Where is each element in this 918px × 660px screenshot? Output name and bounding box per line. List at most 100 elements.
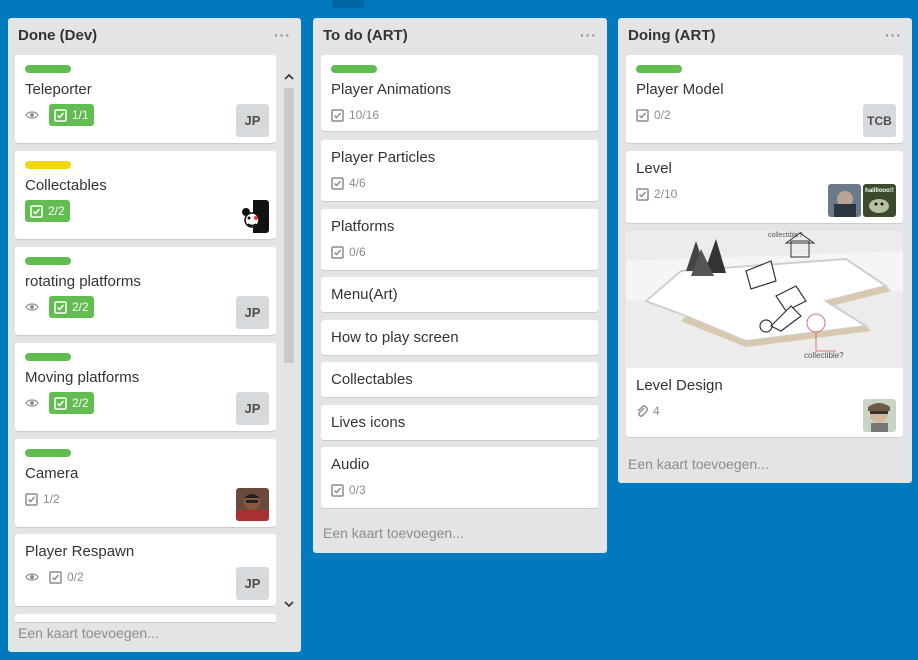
card-camera[interactable]: Camera 1/2 — [15, 439, 276, 527]
add-card-link[interactable]: Een kaart toevoegen... — [628, 456, 769, 472]
card-title: Player Particles — [331, 149, 436, 166]
card-platforms[interactable]: Platforms 0/6 — [321, 209, 598, 270]
checklist-badge: 0/2 — [636, 104, 671, 126]
card-rotating-platforms[interactable]: rotating platforms 2/2 JP — [15, 247, 276, 335]
card-title: Menu(Art) — [331, 286, 398, 303]
list-title[interactable]: To do (ART) — [323, 27, 408, 44]
card-badges: 0/2 — [25, 566, 266, 588]
paperclip-icon — [637, 404, 648, 417]
add-card-link[interactable]: Een kaart toevoegen... — [18, 625, 159, 641]
attachment-count: 4 — [653, 404, 660, 418]
list-header: Done (Dev) ··· — [8, 18, 301, 52]
checkbox-icon — [30, 204, 43, 218]
eye-icon — [25, 392, 39, 414]
checklist-badge: 2/2 — [49, 392, 94, 414]
checklist-count: 0/2 — [654, 108, 671, 122]
cover-annotation: collectible? — [804, 351, 844, 360]
card-title: Player Model — [636, 81, 724, 98]
card-partial[interactable] — [15, 614, 276, 622]
list-doing-art: Doing (ART) ··· Player Model 0/2 TCB Lev… — [618, 18, 912, 483]
card-title: Level Design — [636, 377, 723, 394]
checklist-badge: 0/2 — [49, 566, 84, 588]
checklist-badge: 2/10 — [636, 183, 677, 205]
card-badges: 2/2 — [25, 296, 266, 318]
list-scrollbar[interactable] — [282, 73, 296, 633]
card-menu-art[interactable]: Menu(Art) — [321, 277, 598, 312]
card-level-design[interactable]: collectible? collectible? Level Design 4 — [626, 231, 903, 437]
board-top-tab — [332, 0, 364, 8]
list-done-dev: Done (Dev) ··· Teleporter 1/1 JP Collect… — [8, 18, 301, 652]
checkbox-icon — [25, 492, 38, 506]
checklist-count: 1/2 — [43, 492, 60, 506]
eye-icon — [25, 104, 39, 126]
card-how-to-play-screen[interactable]: How to play screen — [321, 320, 598, 355]
scroll-up-icon[interactable] — [282, 73, 296, 85]
checkbox-icon — [331, 176, 344, 190]
list-todo-art: To do (ART) ··· Player Animations 10/16 … — [313, 18, 607, 553]
label-green[interactable] — [25, 449, 71, 457]
scroll-thumb[interactable] — [284, 88, 294, 363]
card-level[interactable]: Level 2/10 hallllooo!! — [626, 151, 903, 223]
checkbox-icon — [49, 570, 62, 584]
checklist-badge: 4/6 — [331, 172, 366, 194]
card-badges: 4/6 — [331, 172, 588, 194]
checkbox-icon — [331, 483, 344, 497]
card-collectables[interactable]: Collectables 2/2 — [15, 151, 276, 239]
card-badges: 4 — [636, 400, 893, 422]
member-avatar[interactable]: JP — [236, 567, 269, 600]
card-title: Collectables — [25, 177, 107, 194]
card-moving-platforms[interactable]: Moving platforms 2/2 JP — [15, 343, 276, 431]
list-menu-button[interactable]: ··· — [885, 28, 902, 42]
member-avatar[interactable]: JP — [236, 392, 269, 425]
checklist-count: 1/1 — [72, 108, 89, 122]
card-badges: 2/2 — [25, 200, 266, 222]
card-title: Collectables — [331, 371, 413, 388]
scroll-down-icon[interactable] — [282, 600, 296, 612]
label-green[interactable] — [331, 65, 377, 73]
label-green[interactable] — [25, 353, 71, 361]
list-title[interactable]: Doing (ART) — [628, 27, 715, 44]
card-lives-icons[interactable]: Lives icons — [321, 405, 598, 440]
avatar-caption: hallllooo!! — [865, 188, 894, 194]
card-audio[interactable]: Audio 0/3 — [321, 447, 598, 508]
card-title: rotating platforms — [25, 273, 141, 290]
label-yellow[interactable] — [25, 161, 71, 169]
card-collectables[interactable]: Collectables — [321, 362, 598, 397]
member-avatar[interactable] — [828, 184, 861, 217]
member-avatar[interactable] — [236, 200, 269, 233]
card-player-particles[interactable]: Player Particles 4/6 — [321, 140, 598, 201]
checkbox-icon — [331, 245, 344, 259]
card-teleporter[interactable]: Teleporter 1/1 JP — [15, 55, 276, 143]
checklist-badge: 0/6 — [331, 241, 366, 263]
member-avatar[interactable] — [236, 488, 269, 521]
add-card-link[interactable]: Een kaart toevoegen... — [323, 525, 464, 541]
checklist-badge: 1/1 — [49, 104, 94, 126]
checkbox-icon — [54, 396, 67, 410]
member-avatar[interactable]: JP — [236, 296, 269, 329]
list-menu-button[interactable]: ··· — [274, 28, 291, 42]
cover-annotation-top: collectible? — [768, 232, 803, 239]
card-player-respawn[interactable]: Player Respawn 0/2 JP — [15, 534, 276, 606]
card-player-model[interactable]: Player Model 0/2 TCB — [626, 55, 903, 143]
member-avatar[interactable]: TCB — [863, 104, 896, 137]
card-badges: 2/2 — [25, 392, 266, 414]
list-title[interactable]: Done (Dev) — [18, 27, 97, 44]
checkbox-icon — [54, 300, 67, 314]
card-badges: 1/2 — [25, 488, 266, 510]
list-menu-button[interactable]: ··· — [580, 28, 597, 42]
card-player-animations[interactable]: Player Animations 10/16 — [321, 55, 598, 131]
card-title: How to play screen — [331, 329, 459, 346]
label-green[interactable] — [636, 65, 682, 73]
member-avatar[interactable] — [863, 399, 896, 432]
checklist-count: 0/2 — [67, 570, 84, 584]
member-avatar[interactable]: JP — [236, 104, 269, 137]
checklist-count: 2/2 — [72, 300, 89, 314]
label-green[interactable] — [25, 257, 71, 265]
attachment-badge: 4 — [636, 400, 660, 422]
checklist-badge: 2/2 — [25, 200, 70, 222]
checklist-count: 2/2 — [72, 396, 89, 410]
card-title: Audio — [331, 456, 370, 473]
member-avatar[interactable]: hallllooo!! — [863, 184, 896, 217]
card-title: Teleporter — [25, 81, 92, 98]
label-green[interactable] — [25, 65, 71, 73]
